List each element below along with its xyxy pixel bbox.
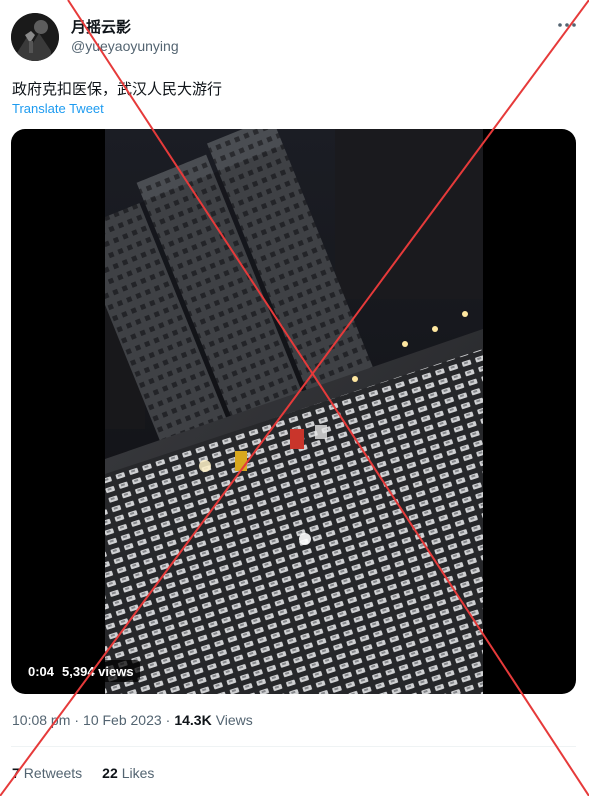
tweet-text: 政府克扣医保，武汉人民大游行 bbox=[12, 80, 223, 98]
video-player[interactable]: 0:04 5,394 views bbox=[11, 129, 576, 694]
meta-separator: · bbox=[165, 712, 171, 728]
meta-separator: · bbox=[74, 712, 80, 728]
handle[interactable]: @yueyaoyunying bbox=[71, 38, 179, 54]
retweets-count: 7 bbox=[12, 765, 20, 781]
retweets-stat[interactable]: 7 Retweets bbox=[12, 765, 82, 781]
retweets-label: Retweets bbox=[23, 765, 83, 781]
more-icon[interactable] bbox=[556, 18, 580, 32]
tweet-date[interactable]: 10 Feb 2023 bbox=[83, 712, 162, 728]
display-name[interactable]: 月摇云影 bbox=[71, 16, 131, 37]
likes-count: 22 bbox=[102, 765, 118, 781]
likes-label: Likes bbox=[121, 765, 155, 781]
avatar[interactable] bbox=[11, 13, 59, 61]
views-count: 14.3K bbox=[174, 712, 212, 728]
divider bbox=[11, 746, 576, 747]
video-frame[interactable] bbox=[105, 129, 483, 694]
views-label: Views bbox=[215, 712, 253, 728]
video-views: 5,394 views bbox=[62, 663, 134, 679]
likes-stat[interactable]: 22 Likes bbox=[102, 765, 154, 781]
engagement-stats: 7 Retweets 22 Likes bbox=[12, 765, 154, 781]
tweet-card: 月摇云影 @yueyaoyunying 政府克扣医保，武汉人民大游行 Trans… bbox=[0, 0, 589, 796]
translate-tweet-link[interactable]: Translate Tweet bbox=[12, 101, 104, 116]
tweet-time[interactable]: 10:08 pm bbox=[12, 712, 70, 728]
tweet-metadata: 10:08 pm · 10 Feb 2023 · 14.3K Views bbox=[12, 712, 253, 728]
video-info-badge: 0:04 5,394 views bbox=[22, 660, 140, 682]
video-duration: 0:04 bbox=[28, 663, 55, 679]
